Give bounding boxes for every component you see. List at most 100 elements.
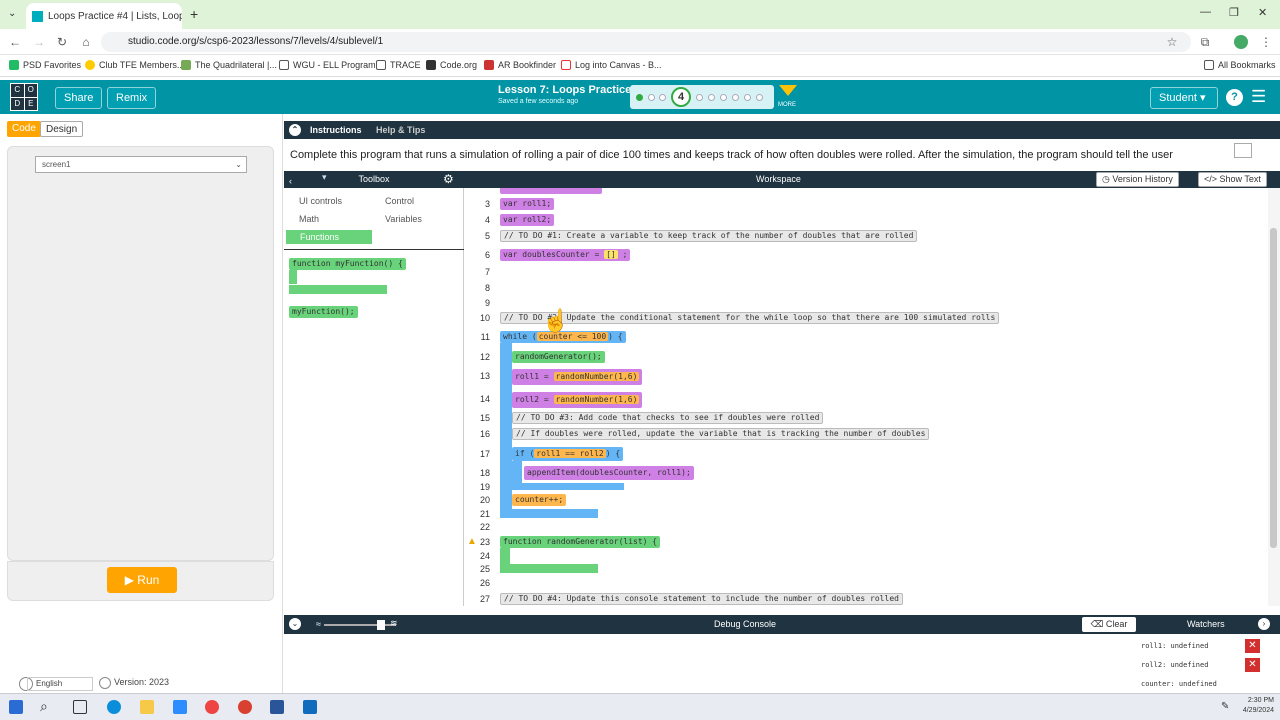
tab-design[interactable]: Design: [40, 121, 84, 137]
comment-block[interactable]: // TO DO #3: Add code that checks to see…: [512, 412, 824, 424]
append-item-block[interactable]: appendItem(doublesCounter, roll1);: [524, 466, 694, 480]
chrome-active-icon[interactable]: [238, 700, 252, 714]
browser-menu-icon[interactable]: ⋮: [1258, 34, 1274, 50]
remove-watch-icon[interactable]: ✕: [1245, 639, 1260, 653]
tab-list-icon[interactable]: ⌄: [8, 8, 16, 19]
user-menu[interactable]: Student ▾: [1150, 87, 1218, 109]
function-definition-block[interactable]: function myFunction() {: [289, 258, 406, 270]
random-number-block[interactable]: randomNumber(1,6): [553, 395, 640, 404]
clear-button[interactable]: ⌫ Clear: [1082, 617, 1136, 632]
comment-block[interactable]: // TO DO #1: Create a variable to keep t…: [500, 230, 918, 242]
toolbox-toggle-icon[interactable]: ▾: [322, 172, 327, 183]
category-ui-controls[interactable]: UI controls: [289, 194, 342, 208]
hamburger-menu-icon[interactable]: ☰: [1251, 87, 1266, 107]
level-dot-complete[interactable]: [636, 94, 643, 101]
gear-icon[interactable]: ⚙: [443, 171, 454, 188]
function-call-block[interactable]: randomGenerator();: [512, 351, 605, 363]
comment-block[interactable]: // If doubles were rolled, update the va…: [512, 428, 930, 440]
home-icon[interactable]: ⌂: [78, 34, 94, 50]
browser-tab[interactable]: Loops Practice #4 | Lists, Loops, ✕: [26, 3, 182, 29]
bookmark-item[interactable]: PSD Favorites: [9, 60, 81, 70]
version-history-button[interactable]: ◷ Version History: [1096, 172, 1179, 187]
new-tab-icon[interactable]: +: [190, 6, 198, 22]
level-dot[interactable]: [648, 94, 655, 101]
code-block-partial[interactable]: [500, 188, 602, 194]
tab-instructions[interactable]: Instructions: [310, 125, 362, 135]
settings-icon[interactable]: [99, 677, 111, 689]
extensions-icon[interactable]: ⧉: [1197, 34, 1213, 50]
back-icon[interactable]: ←: [7, 34, 23, 50]
if-block[interactable]: if (roll1 == roll2) {: [512, 447, 624, 461]
bookmark-item[interactable]: WGU - ELL Program: [279, 60, 376, 70]
collapse-icon[interactable]: ⌄: [289, 618, 301, 630]
function-definition-block[interactable]: function randomGenerator(list) {: [500, 536, 661, 548]
codeorg-logo[interactable]: C O D E: [10, 83, 38, 111]
word-icon[interactable]: [270, 700, 284, 714]
collapse-icon[interactable]: ⌃: [289, 124, 301, 136]
edge-icon[interactable]: [107, 700, 121, 714]
all-bookmarks[interactable]: All Bookmarks: [1204, 60, 1276, 70]
tab-help-tips[interactable]: Help & Tips: [376, 125, 425, 135]
share-button[interactable]: Share: [55, 87, 103, 109]
forward-icon[interactable]: →: [31, 34, 47, 50]
file-explorer-icon[interactable]: [140, 700, 154, 714]
comment-block[interactable]: // TO DO #4: Update this console stateme…: [500, 593, 903, 605]
debug-console-output[interactable]: [284, 634, 1139, 690]
profile-avatar[interactable]: [1234, 35, 1248, 49]
current-level[interactable]: 4: [671, 87, 691, 107]
clock-date[interactable]: 4/29/2024: [1233, 707, 1274, 714]
assign-block[interactable]: roll2 = randomNumber(1,6): [512, 392, 643, 408]
help-icon[interactable]: ?: [1226, 89, 1243, 106]
category-control[interactable]: Control: [375, 194, 414, 208]
clock-time[interactable]: 2:30 PM: [1241, 697, 1274, 704]
bookmark-item[interactable]: TRACE: [376, 60, 421, 70]
more-chevron-icon[interactable]: [779, 85, 797, 96]
remove-watch-icon[interactable]: ✕: [1245, 658, 1260, 672]
lesson-title[interactable]: Lesson 7: Loops Practice: [498, 84, 631, 96]
scrollbar-thumb[interactable]: [1270, 228, 1277, 548]
window-close-icon[interactable]: ✕: [1258, 6, 1267, 19]
increment-block[interactable]: counter++;: [512, 494, 567, 506]
random-number-block[interactable]: randomNumber(1,6): [553, 372, 640, 381]
level-dot[interactable]: [720, 94, 727, 101]
expand-icon[interactable]: [1234, 143, 1252, 158]
tab-code[interactable]: Code: [7, 121, 41, 137]
level-dot[interactable]: [744, 94, 751, 101]
speed-slider-handle[interactable]: [377, 620, 385, 630]
zoom-icon[interactable]: [173, 700, 187, 714]
search-icon[interactable]: ⌕: [40, 698, 48, 715]
speed-slider-track[interactable]: [324, 624, 396, 626]
language-select[interactable]: English: [27, 677, 93, 691]
more-label[interactable]: MORE: [778, 102, 796, 108]
function-call-block[interactable]: myFunction();: [289, 306, 358, 318]
restore-icon[interactable]: ❐: [1229, 6, 1239, 19]
category-math[interactable]: Math: [289, 212, 319, 226]
url-field[interactable]: studio.code.org/s/csp6-2023/lessons/7/le…: [101, 32, 1191, 52]
assign-block[interactable]: roll1 = randomNumber(1,6): [512, 369, 643, 385]
empty-list-value[interactable]: []: [604, 250, 618, 259]
bookmark-item[interactable]: Code.org: [426, 60, 477, 70]
screen-select[interactable]: screen1 ⌄: [35, 156, 247, 173]
outlook-icon[interactable]: [303, 700, 317, 714]
minimize-icon[interactable]: —: [1200, 6, 1211, 18]
bookmark-item[interactable]: Log into Canvas - B...: [561, 60, 662, 70]
level-dot[interactable]: [696, 94, 703, 101]
workspace[interactable]: 3 var roll1; 4 var roll2; 5 // TO DO #1:…: [464, 188, 1268, 606]
bookmark-star-icon[interactable]: ☆: [1164, 34, 1180, 50]
level-dot[interactable]: [708, 94, 715, 101]
level-dot[interactable]: [732, 94, 739, 101]
category-variables[interactable]: Variables: [375, 212, 422, 226]
remix-button[interactable]: Remix: [107, 87, 157, 109]
reload-icon[interactable]: ↻: [54, 34, 70, 50]
bookmark-item[interactable]: Club TFE Members...: [85, 60, 184, 70]
run-button[interactable]: ▶ Run: [107, 567, 177, 593]
chevron-right-icon[interactable]: ›: [1258, 618, 1270, 630]
bookmark-item[interactable]: The Quadrilateral |...: [181, 60, 277, 70]
level-dot[interactable]: [659, 94, 666, 101]
workspace-scrollbar[interactable]: [1268, 188, 1280, 606]
windows-start-icon[interactable]: [9, 700, 23, 714]
show-text-button[interactable]: </> Show Text: [1198, 172, 1267, 187]
pen-icon[interactable]: ✎: [1221, 701, 1229, 712]
task-view-icon[interactable]: [73, 700, 87, 714]
var-block[interactable]: var doublesCounter = [] ;: [500, 249, 631, 261]
